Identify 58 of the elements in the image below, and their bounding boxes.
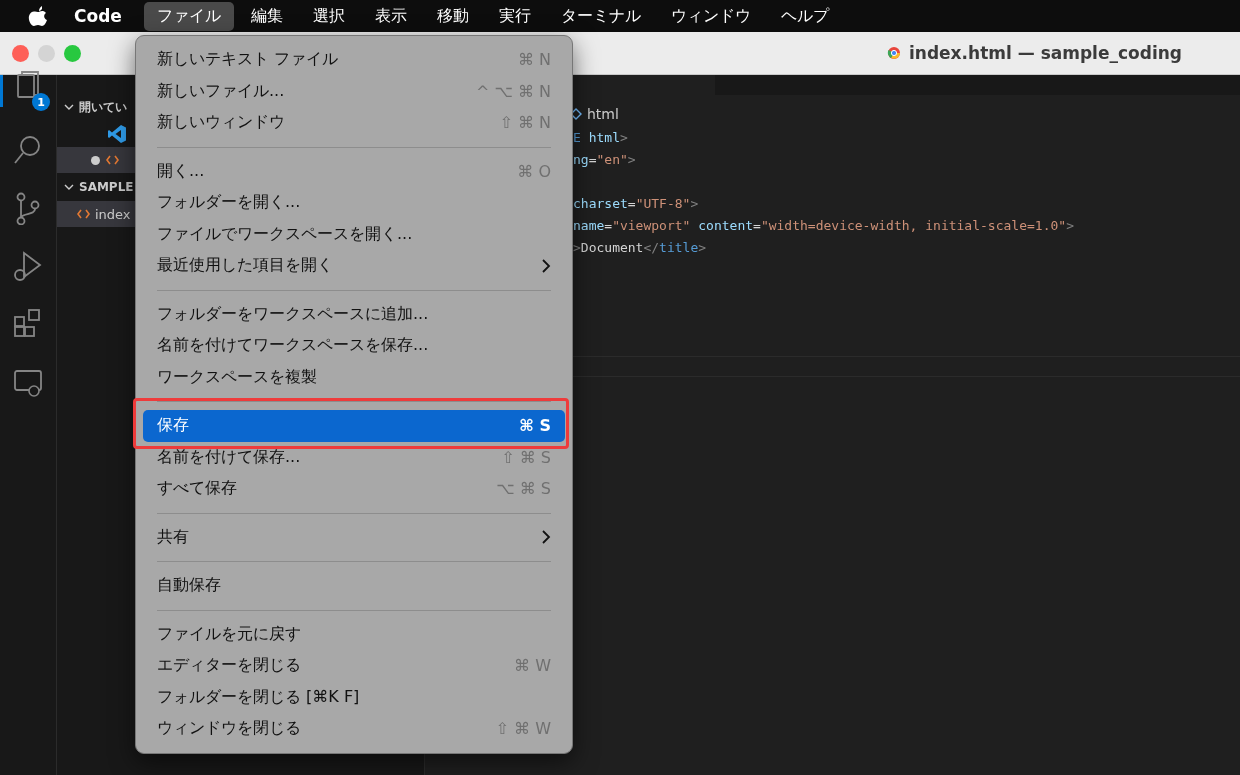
shortcut: ⌘ O (517, 161, 551, 181)
browser-file-icon (887, 46, 901, 60)
menu-item[interactable]: ファイルを元に戻す (143, 618, 565, 650)
menu-bar-item[interactable]: ウィンドウ (657, 1, 764, 31)
html-file-icon (106, 155, 119, 165)
html-file-icon (77, 209, 90, 219)
shortcut: ⇧ ⌘ S (501, 447, 551, 467)
vscode-file-icon (107, 124, 127, 144)
menu-bar-item[interactable]: ファイル (143, 1, 234, 31)
code-line: charset="UTF-8"> (573, 195, 700, 213)
apple-logo-icon[interactable] (28, 5, 48, 27)
shortcut: ^ ⌥ ⌘ N (475, 81, 551, 101)
unsaved-dot-icon (91, 155, 100, 165)
menu-item[interactable]: フォルダーを開く... (143, 187, 565, 219)
menu-bar-item[interactable]: ターミナル (547, 1, 654, 31)
menu-item[interactable]: 名前を付けてワークスペースを保存... (143, 330, 565, 362)
menu-item[interactable]: すべて保存 ⌥ ⌘ S (143, 473, 565, 505)
menu-item[interactable]: ファイルでワークスペースを開く... (143, 218, 565, 250)
shortcut: ⇧ ⌘ W (495, 719, 551, 739)
menu-bar-item[interactable]: 編集 (237, 1, 296, 31)
menu-item[interactable]: ウィンドウを閉じる ⇧ ⌘ W (143, 713, 565, 745)
shortcut: ⌘ W (514, 656, 551, 676)
menu-item[interactable]: ワークスペースを複製 (143, 361, 565, 393)
menu-item[interactable]: 保存 ⌘ S (143, 410, 565, 442)
file-name[interactable]: index (95, 206, 131, 222)
shortcut: ⌥ ⌘ S (496, 479, 551, 499)
menu-item[interactable]: フォルダーを閉じる [⌘K F] (143, 681, 565, 713)
menu-item[interactable]: 共有 (143, 521, 565, 553)
chevron-right-icon (541, 258, 551, 273)
section-header[interactable]: SAMPLE (79, 180, 134, 194)
breadcrumb[interactable]: html (587, 106, 619, 122)
code-line: E html> (573, 129, 629, 147)
menu-item[interactable]: 自動保存 (143, 570, 565, 602)
notification-badge: 1 (32, 93, 50, 111)
menu-item[interactable]: エディターを閉じる ⌘ W (143, 650, 565, 682)
code-line: >Document</title> (573, 239, 708, 257)
menu-bar-item[interactable]: 表示 (361, 1, 420, 31)
menu-item[interactable]: 新しいテキスト ファイル ⌘ N (143, 44, 565, 76)
code-line: ng="en"> (573, 151, 637, 169)
menu-item[interactable]: 新しいファイル... ^ ⌥ ⌘ N (143, 75, 565, 107)
menu-item[interactable]: 最近使用した項目を開く (143, 250, 565, 282)
menu-item[interactable]: 名前を付けて保存... ⇧ ⌘ S (143, 441, 565, 473)
window-title: index.html — sample_coding (909, 43, 1182, 63)
menu-bar-item[interactable]: 実行 (485, 1, 544, 31)
menu-bar-item[interactable]: 移動 (423, 1, 482, 31)
menu-item[interactable]: フォルダーをワークスペースに追加... (143, 298, 565, 330)
menu-item[interactable]: 開く... ⌘ O (143, 155, 565, 187)
close-button[interactable] (12, 44, 29, 62)
shortcut: ⌘ S (519, 416, 551, 436)
menu-bar-item[interactable]: 選択 (299, 1, 358, 31)
code-line: name="viewport" content="width=device-width, initial-scale=1.0"> (573, 217, 1075, 235)
section-header[interactable]: 開いてい (79, 98, 127, 116)
menu-bar-item[interactable]: ヘルプ (767, 1, 842, 31)
menu-item[interactable]: 新しいウィンドウ ⇧ ⌘ N (143, 107, 565, 139)
chevron-right-icon (541, 530, 551, 545)
shortcut: ⌘ N (517, 50, 551, 70)
shortcut: ⇧ ⌘ N (499, 113, 551, 133)
app-menu[interactable]: Code (74, 6, 122, 26)
